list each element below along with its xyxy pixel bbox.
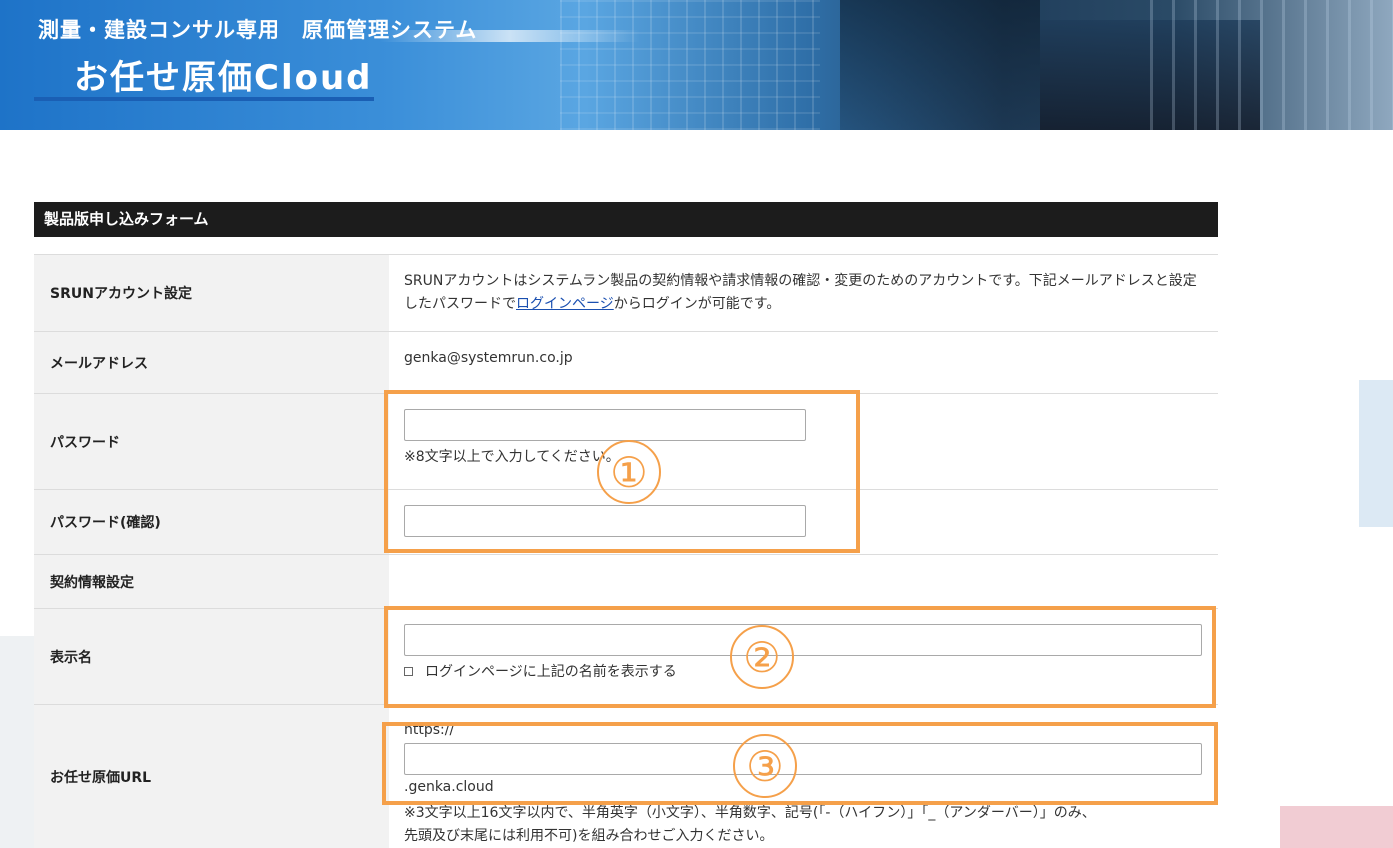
annotation-box-3 [382,722,1218,805]
banner-graphic [840,0,1040,130]
url-note: 先頭及び末尾には利用不可)を組み合わせご入力ください。 [404,828,774,844]
form-row-email: メールアドレス genka@systemrun.co.jp [34,332,1218,394]
row-label: 表示名 [34,609,389,704]
login-page-link[interactable]: ログインページ [516,296,614,312]
url-note: ※3文字以上16文字以内で、半角英字（小文字）、半角数字、記号(「-（ハイフン）… [404,805,1096,821]
header-banner: 測量・建設コンサル専用 原価管理システム お任せ原価Cloud [0,0,1393,130]
account-description: SRUNアカウントはシステムラン製品の契約情報や請求情報の確認・変更のためのアカ… [404,270,1209,316]
form-row-account: SRUNアカウント設定 SRUNアカウントはシステムラン製品の契約情報や請求情報… [34,255,1218,332]
section-label: 契約情報設定 [34,555,389,608]
row-label: SRUNアカウント設定 [34,255,389,331]
side-decoration [1280,806,1393,848]
side-decoration [0,636,34,848]
annotation-number-1: ① [597,440,661,504]
account-description-text: からログインが可能です。 [613,296,781,312]
header-subtitle: 測量・建設コンサル専用 原価管理システム [38,18,478,42]
row-label: パスワード [34,394,389,489]
banner-graphic [560,0,820,130]
form-title: 製品版申し込みフォーム [34,202,1218,237]
row-value: genka@systemrun.co.jp [389,332,1218,393]
annotation-box-2 [384,606,1216,708]
row-value [389,555,1218,608]
title-underline [34,97,374,101]
row-label: メールアドレス [34,332,389,393]
annotation-number-2: ② [730,625,794,689]
banner-graphic [1150,0,1393,130]
row-label: パスワード(確認) [34,490,389,554]
row-value: SRUNアカウントはシステムラン製品の契約情報や請求情報の確認・変更のためのアカ… [389,255,1218,331]
header-title: お任せ原価Cloud [74,58,373,98]
email-value: genka@systemrun.co.jp [404,350,573,366]
side-decoration [1359,380,1393,527]
row-label: お任せ原価URL [34,705,389,848]
annotation-number-3: ③ [733,734,797,798]
form-row-contract: 契約情報設定 [34,555,1218,609]
